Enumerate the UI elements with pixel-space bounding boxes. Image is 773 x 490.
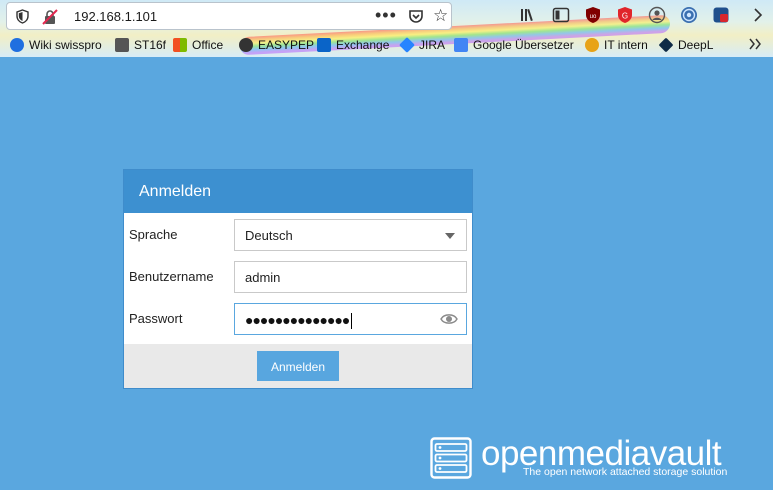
bookmark-label: IT intern <box>604 38 648 52</box>
login-button[interactable]: Anmelden <box>257 351 339 381</box>
url-text[interactable]: 192.168.1.101 <box>74 9 157 24</box>
ublock-icon[interactable]: uo <box>584 6 602 24</box>
bookmark-jira[interactable]: JIRA <box>399 36 446 54</box>
extension-icon[interactable]: G <box>616 6 634 24</box>
shield-icon[interactable] <box>16 9 29 29</box>
bookmark-office[interactable]: Office <box>173 36 223 54</box>
dialog-footer: Anmelden <box>124 344 472 388</box>
language-select[interactable]: Deutsch <box>234 219 467 251</box>
bookmark-exchange[interactable]: Exchange <box>317 36 389 54</box>
globe-extension-icon[interactable] <box>680 6 698 24</box>
password-row: Passwort ●●●●●●●●●●●●●● <box>124 303 472 335</box>
svg-text:G: G <box>622 12 628 21</box>
chevron-right-icon[interactable] <box>752 6 770 24</box>
office-icon <box>173 38 187 52</box>
username-value: admin <box>245 270 281 285</box>
password-input[interactable]: ●●●●●●●●●●●●●● <box>234 303 467 335</box>
password-value: ●●●●●●●●●●●●●● <box>245 312 353 330</box>
password-mask: ●●●●●●●●●●●●●● <box>245 312 350 328</box>
sidebar-icon[interactable] <box>552 6 570 24</box>
more-dots-icon[interactable]: ••• <box>375 5 397 26</box>
bookmark-label: ST16f <box>134 38 167 52</box>
outlook-icon <box>317 38 331 52</box>
address-bar[interactable]: 192.168.1.101 ••• ☆ <box>6 2 452 30</box>
easypep-icon <box>239 38 253 52</box>
confluence-icon <box>10 38 24 52</box>
language-label: Sprache <box>129 227 178 242</box>
library-icon[interactable] <box>520 6 538 24</box>
username-row: Benutzername admin <box>124 261 472 293</box>
insecure-lock-icon[interactable] <box>42 9 58 30</box>
login-dialog: Anmelden Sprache Deutsch Benutzername ad… <box>123 169 473 389</box>
bookmark-wiki-swisspro[interactable]: Wiki swisspro <box>10 36 102 54</box>
language-row: Sprache Deutsch <box>124 219 472 251</box>
dialog-title: Anmelden <box>124 170 472 213</box>
bookmark-label: Office <box>192 38 224 52</box>
text-cursor <box>351 313 353 330</box>
browser-toolbar: 192.168.1.101 ••• ☆ uo G Wiki swisspro S… <box>0 0 773 57</box>
bookmarks-bar: Wiki swisspro ST16f Office EASYPEP Excha… <box>0 33 773 57</box>
extension-badge-icon[interactable] <box>712 6 730 24</box>
bookmarks-overflow[interactable] <box>748 36 762 54</box>
bookmark-label: JIRA <box>419 38 446 52</box>
deepl-icon <box>658 37 674 53</box>
server-rack-logo-icon <box>430 437 472 479</box>
bookmark-it-intern[interactable]: IT intern <box>585 36 648 54</box>
bookmark-label: Google Übersetzer <box>473 38 574 52</box>
bookmark-st16f[interactable]: ST16f <box>115 36 166 54</box>
account-icon[interactable] <box>648 6 666 24</box>
st16f-icon <box>115 38 129 52</box>
bookmark-star-icon[interactable]: ☆ <box>433 7 448 25</box>
bookmark-easypep[interactable]: EASYPEP <box>239 36 314 54</box>
bookmark-label: Exchange <box>336 38 390 52</box>
bookmark-label: EASYPEP <box>258 38 315 52</box>
language-value: Deutsch <box>245 228 293 243</box>
openmediavault-branding: openmediavault The open network attached… <box>430 434 770 481</box>
bookmark-label: Wiki swisspro <box>29 38 102 52</box>
jira-icon <box>399 37 415 53</box>
eye-icon[interactable] <box>440 312 458 331</box>
google-translate-icon <box>454 38 468 52</box>
password-label: Passwort <box>129 311 183 326</box>
bookmark-deepl[interactable]: DeepL <box>658 36 714 54</box>
svg-text:uo: uo <box>590 14 597 20</box>
brand-tagline: The open network attached storage soluti… <box>523 466 728 478</box>
pocket-icon[interactable] <box>408 9 424 29</box>
bookmark-label: DeepL <box>678 38 714 52</box>
it-intern-icon <box>585 38 599 52</box>
username-input[interactable]: admin <box>234 261 467 293</box>
dropdown-caret-icon[interactable] <box>445 233 455 239</box>
chevron-double-right-icon <box>748 37 762 54</box>
bookmark-google-translate[interactable]: Google Übersetzer <box>454 36 574 54</box>
username-label: Benutzername <box>129 269 214 284</box>
